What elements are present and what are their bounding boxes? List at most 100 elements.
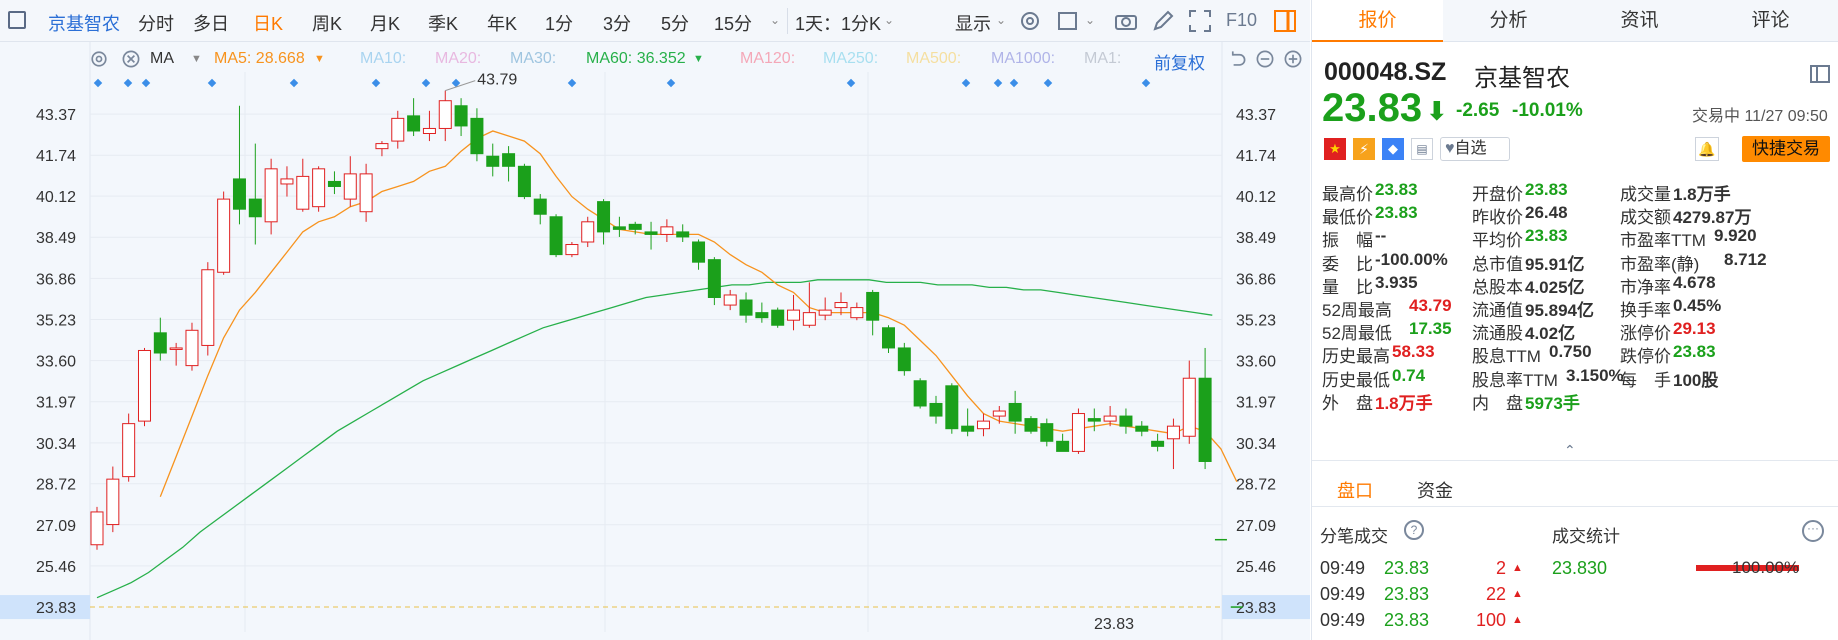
undo-icon[interactable] xyxy=(1226,48,1248,70)
y-tick-label-left: 40.12 xyxy=(36,189,76,206)
tab-comments[interactable]: 评论 xyxy=(1705,0,1836,42)
y-tick-label-left: 36.86 xyxy=(36,271,76,288)
settings-icon[interactable] xyxy=(88,48,110,70)
y-tick-label-left: 43.37 xyxy=(36,107,76,124)
stat-label: 市盈率TTM xyxy=(1620,231,1706,251)
stat-value: 58.33 xyxy=(1392,342,1435,362)
bell-icon[interactable]: 🔔 xyxy=(1695,137,1719,161)
stat-value: 23.83 xyxy=(1673,342,1716,362)
event-marker xyxy=(993,78,1003,88)
f10-button[interactable]: F10 xyxy=(1226,10,1257,31)
event-marker xyxy=(141,78,151,88)
tab-15min[interactable]: 15分 xyxy=(714,10,752,36)
candle-body xyxy=(343,173,357,200)
candle-body xyxy=(945,385,959,430)
event-marker xyxy=(289,78,299,88)
ma60-value: MA60: 36.352 xyxy=(586,50,686,67)
candle-body xyxy=(597,201,611,233)
fullscreen-icon[interactable] xyxy=(1187,8,1213,34)
camera-icon[interactable] xyxy=(1113,8,1139,34)
ma20-value: MA20: xyxy=(435,50,482,67)
tab-daily-k[interactable]: 日K xyxy=(253,10,283,36)
chevron-down-icon[interactable]: ▼ xyxy=(191,53,202,65)
stat-value: 1.8万手 xyxy=(1375,393,1433,413)
sidebar-toggle-icon[interactable] xyxy=(8,11,26,29)
china-flag-icon: ★ xyxy=(1324,138,1346,160)
trade-volume: 2 xyxy=(1495,558,1506,578)
layout-icon[interactable] xyxy=(1809,64,1831,84)
close-icon[interactable] xyxy=(120,48,142,70)
tab-fund-flow[interactable]: 资金 xyxy=(1417,477,1453,503)
display-menu[interactable]: 显示 xyxy=(955,10,991,36)
tab-quote[interactable]: 报价 xyxy=(1312,0,1443,42)
ma-label[interactable]: MA xyxy=(150,50,174,68)
tab-news[interactable]: 资讯 xyxy=(1574,0,1705,42)
y-tick-label-left: 41.74 xyxy=(36,148,76,165)
stock-code: 000048.SZ xyxy=(1324,58,1447,86)
zoom-out-icon[interactable] xyxy=(1254,48,1276,70)
stat-value: 5973手 xyxy=(1525,393,1580,413)
chevron-down-icon[interactable]: ▼ xyxy=(693,53,704,65)
kline-chart[interactable]: 43.37 43.37 41.74 41.74 40.12 40.12 38.49 38.49… xyxy=(0,42,1310,640)
tab-intraday[interactable]: 分时 xyxy=(138,10,174,36)
chevron-down-icon[interactable]: ⌄ xyxy=(770,13,780,27)
candle-body xyxy=(169,347,183,350)
candle-body xyxy=(438,100,452,129)
settings-icon[interactable] xyxy=(1017,8,1043,34)
divider xyxy=(1312,506,1838,507)
tab-yearly-k[interactable]: 年K xyxy=(487,10,517,36)
candle-body xyxy=(486,155,500,167)
y-tick-label-right: 41.74 xyxy=(1236,148,1276,165)
stat-label: 成交量 xyxy=(1620,185,1671,204)
tab-multiday[interactable]: 多日 xyxy=(193,10,229,36)
tab-1min[interactable]: 1分 xyxy=(545,10,573,36)
stat-value: 4.02亿 xyxy=(1525,324,1576,344)
chevron-down-icon[interactable]: ⌄ xyxy=(996,13,1006,27)
candle-body xyxy=(217,198,231,273)
tab-3min[interactable]: 3分 xyxy=(603,10,631,36)
tab-weekly-k[interactable]: 周K xyxy=(312,10,342,36)
help-icon[interactable]: ? xyxy=(1404,520,1424,540)
candle-body xyxy=(1166,425,1180,440)
candle-body xyxy=(992,410,1006,417)
quick-trade-button[interactable]: 快捷交易 xyxy=(1742,136,1830,162)
trade-volume: 100 xyxy=(1475,610,1506,630)
price-change-pct: -10.01% xyxy=(1512,100,1583,121)
watchlist-button[interactable]: ♥自选 xyxy=(1440,137,1510,161)
notes-icon[interactable]: ▤ xyxy=(1411,138,1433,160)
stat-label: 委 比 xyxy=(1322,254,1373,274)
stock-name-tab[interactable]: 京基智农 xyxy=(48,10,120,36)
adjust-button[interactable]: 前复权 xyxy=(1154,49,1205,74)
tab-5min[interactable]: 5分 xyxy=(661,10,689,36)
more-icon[interactable]: ··· xyxy=(1802,520,1824,542)
heart-icon: ♥ xyxy=(1445,140,1455,157)
candle-body xyxy=(1119,415,1133,427)
chevron-down-icon[interactable]: ⌄ xyxy=(1085,13,1095,27)
stat-value: 26.48 xyxy=(1525,203,1568,223)
y-tick-label-right: 31.97 xyxy=(1236,395,1276,412)
stat-value: 8.712 xyxy=(1724,249,1767,269)
y-tick-label-right: 40.12 xyxy=(1236,189,1276,206)
panel-toggle-icon[interactable] xyxy=(1272,8,1298,34)
pencil-icon[interactable] xyxy=(1150,8,1176,34)
ma250-value: MA250: xyxy=(823,50,879,67)
stat-label: 成交额 xyxy=(1620,208,1671,228)
zoom-in-icon[interactable] xyxy=(1282,48,1304,70)
stat-label: 股息TTM xyxy=(1472,347,1541,367)
stat-label: 流通股 xyxy=(1472,324,1523,344)
stat-label: 市净率 xyxy=(1620,277,1671,297)
stat-label: 每 手 xyxy=(1620,370,1671,390)
event-marker xyxy=(371,78,381,88)
chevron-down-icon[interactable]: ▼ xyxy=(314,53,325,65)
tab-order-book[interactable]: 盘口 xyxy=(1337,477,1373,503)
tab-monthly-k[interactable]: 月K xyxy=(370,10,400,36)
expand-icon[interactable]: ⌃ xyxy=(1564,442,1576,459)
tab-analysis[interactable]: 分析 xyxy=(1443,0,1574,42)
candle-body xyxy=(391,117,405,142)
tab-quarterly-k[interactable]: 季K xyxy=(428,10,458,36)
trades-title: 分笔成交 xyxy=(1320,527,1388,546)
rectangle-icon[interactable] xyxy=(1055,8,1081,34)
chevron-down-icon[interactable]: ⌄ xyxy=(884,13,894,27)
period-selector[interactable]: 1天：1分K xyxy=(795,10,881,36)
candle-body xyxy=(676,231,690,238)
